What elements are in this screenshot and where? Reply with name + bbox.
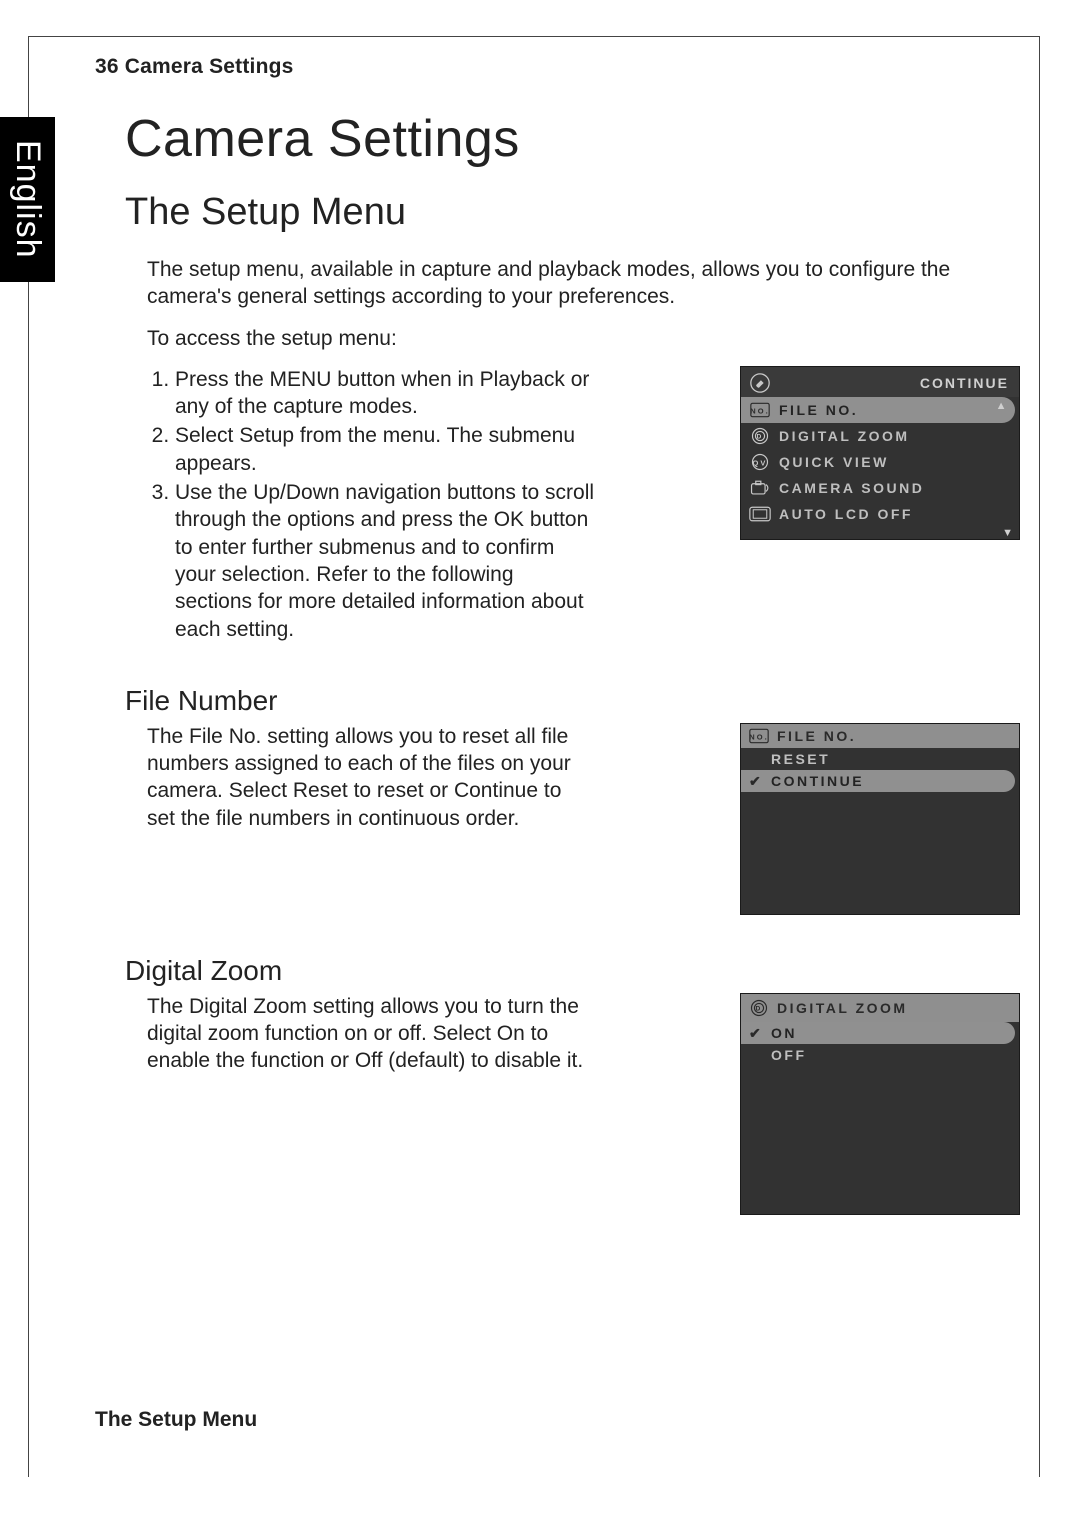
- menu-header-value: CONTINUE: [920, 375, 1009, 391]
- wrench-icon: [749, 372, 771, 394]
- file-number-body: The File No. setting allows you to reset…: [147, 723, 595, 832]
- setup-menu-item[interactable]: QV QUICK VIEW: [741, 449, 1019, 475]
- menu3-option[interactable]: ✔ ON: [741, 1022, 1015, 1044]
- digital-zoom-text: The Digital Zoom setting allows you to t…: [95, 993, 595, 1089]
- step-item: Press the MENU button when in Playback o…: [175, 366, 595, 421]
- check-icon: ✔: [749, 1025, 763, 1042]
- setup-menu-item-label: FILE NO.: [779, 402, 858, 418]
- language-tab: English: [0, 117, 55, 282]
- intro-paragraph: The setup menu, available in capture and…: [147, 256, 977, 311]
- file-number-figure: NO. FILE NO. RESET ✔ CONTINUE: [740, 723, 1020, 915]
- svg-text:QV: QV: [752, 458, 767, 467]
- no-icon: NO.: [749, 400, 771, 420]
- menu2-option[interactable]: ✔ CONTINUE: [741, 770, 1015, 792]
- access-line: To access the setup menu:: [147, 325, 977, 352]
- file-no-menu-title-label: FILE NO.: [777, 728, 856, 744]
- digital-zoom-figure: D DIGITAL ZOOM ✔ ON OFF: [740, 993, 1020, 1215]
- camera-sound-icon: [749, 478, 771, 498]
- file-number-row: The File No. setting allows you to reset…: [95, 723, 1020, 915]
- setup-menu-item[interactable]: NO. FILE NO. ▲: [741, 397, 1015, 423]
- section-heading: The Setup Menu: [125, 191, 1020, 234]
- setup-menu-item-label: AUTO LCD OFF: [779, 506, 913, 522]
- digital-zoom-row: The Digital Zoom setting allows you to t…: [95, 993, 1020, 1215]
- quick-view-icon: QV: [749, 452, 771, 472]
- digital-zoom-icon: D: [749, 998, 769, 1018]
- menu3-option[interactable]: OFF: [741, 1044, 1019, 1066]
- svg-text:D: D: [756, 1005, 763, 1012]
- steps-column: Press the MENU button when in Playback o…: [95, 366, 595, 667]
- page-footer: The Setup Menu: [95, 1408, 257, 1432]
- setup-menu-item-label: DIGITAL ZOOM: [779, 428, 910, 444]
- steps-list: Press the MENU button when in Playback o…: [147, 366, 595, 643]
- page-title: Camera Settings: [125, 109, 1020, 169]
- file-no-menu-title: NO. FILE NO.: [741, 724, 1019, 748]
- check-icon: ✔: [749, 773, 763, 790]
- digital-zoom-menu-screen: D DIGITAL ZOOM ✔ ON OFF: [740, 993, 1020, 1215]
- scroll-up-arrow: ▲: [996, 400, 1009, 412]
- menu2-option[interactable]: RESET: [741, 748, 1019, 770]
- menu3-option-label: ON: [771, 1025, 797, 1041]
- page-root: English 36 Camera Settings Camera Settin…: [0, 0, 1080, 1527]
- file-number-heading: File Number: [125, 685, 1020, 717]
- menu2-option-label: RESET: [771, 751, 830, 767]
- steps-and-menu-row: Press the MENU button when in Playback o…: [95, 366, 1020, 667]
- scroll-down-arrow: ▼: [741, 527, 1019, 539]
- file-no-menu-screen: NO. FILE NO. RESET ✔ CONTINUE: [740, 723, 1020, 915]
- setup-menu-figure: CONTINUE NO. FILE NO. ▲ D DIGITAL ZOOM QV QUIC…: [740, 366, 1020, 540]
- language-tab-label: English: [8, 140, 47, 259]
- menu3-option-label: OFF: [771, 1047, 807, 1063]
- file-number-text: The File No. setting allows you to reset…: [95, 723, 595, 846]
- setup-menu-screen: CONTINUE NO. FILE NO. ▲ D DIGITAL ZOOM QV QUIC…: [740, 366, 1020, 540]
- digital-zoom-heading: Digital Zoom: [125, 955, 1020, 987]
- setup-menu-header: CONTINUE: [741, 367, 1019, 397]
- digital-zoom-menu-title: D DIGITAL ZOOM: [741, 994, 1019, 1022]
- step-item: Select Setup from the menu. The submenu …: [175, 422, 595, 477]
- setup-menu-item[interactable]: AUTO LCD OFF: [741, 501, 1019, 527]
- setup-menu-item[interactable]: CAMERA SOUND: [741, 475, 1019, 501]
- page-header: 36 Camera Settings: [95, 55, 1020, 79]
- no-icon: NO.: [749, 728, 769, 744]
- content-area: 36 Camera Settings Camera Settings The S…: [95, 55, 1020, 1457]
- setup-menu-item[interactable]: D DIGITAL ZOOM: [741, 423, 1019, 449]
- digital-zoom-icon: D: [749, 426, 771, 446]
- step-item: Use the Up/Down navigation buttons to sc…: [175, 479, 595, 643]
- svg-text:D: D: [757, 433, 764, 440]
- menu2-option-label: CONTINUE: [771, 773, 864, 789]
- digital-zoom-menu-title-label: DIGITAL ZOOM: [777, 1000, 908, 1016]
- lcd-off-icon: [749, 504, 771, 524]
- setup-menu-item-label: CAMERA SOUND: [779, 480, 924, 496]
- digital-zoom-body: The Digital Zoom setting allows you to t…: [147, 993, 595, 1075]
- svg-text:NO.: NO.: [750, 406, 770, 415]
- svg-text:NO.: NO.: [749, 732, 769, 741]
- setup-menu-item-label: QUICK VIEW: [779, 454, 889, 470]
